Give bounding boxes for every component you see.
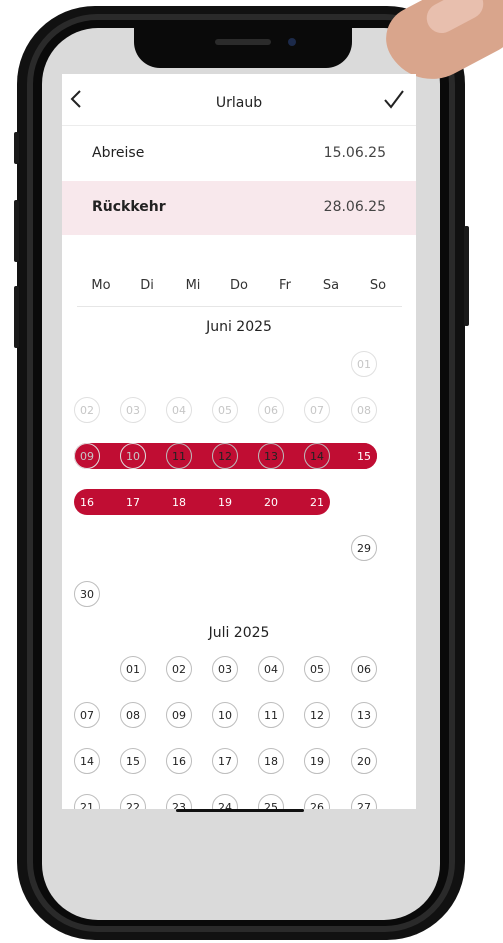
month-title-juli: Juli 2025 [208,625,270,641]
calendar-day[interactable]: 10 [120,443,146,469]
return-date: 28.06.25 [323,199,386,215]
calendar-day[interactable]: 24 [212,794,238,809]
calendar-day[interactable]: 14 [74,748,100,774]
calendar-day[interactable]: 03 [120,397,146,423]
calendar-day[interactable]: 05 [212,397,238,423]
calendar-day[interactable]: 26 [304,794,330,809]
calendar-day[interactable]: 12 [304,702,330,728]
speaker-grille [215,39,271,45]
calendar-day[interactable]: 13 [258,443,284,469]
calendar-day[interactable]: 01 [351,351,377,377]
page-title: Urlaub [215,95,263,111]
calendar-day[interactable]: 23 [166,794,192,809]
calendar-day[interactable]: 17 [120,489,146,515]
return-row[interactable]: Rückkehr 28.06.25 [62,181,416,235]
calendar-day[interactable]: 01 [120,656,146,682]
calendar-day[interactable]: 27 [258,535,284,561]
calendar-day[interactable]: 25 [166,535,192,561]
calendar-day[interactable]: 29 [351,535,377,561]
calendar-day[interactable]: 28 [304,535,330,561]
calendar-day[interactable]: 11 [166,443,192,469]
calendar-day[interactable]: 23 [74,535,100,561]
calendar-day[interactable]: 09 [166,702,192,728]
calendar-day[interactable]: 08 [351,397,377,423]
selected-range-bar [74,489,330,515]
calendar-day[interactable]: 15 [351,443,377,469]
calendar-day[interactable]: 19 [212,489,238,515]
weekday-fr: Fr [279,278,291,293]
calendar-day[interactable]: 02 [74,397,100,423]
calendar-day[interactable]: 24 [120,535,146,561]
confirm-button[interactable] [382,88,406,110]
calendar-day[interactable]: 06 [258,397,284,423]
departure-label: Abreise [92,145,145,161]
calendar-day[interactable]: 22 [351,489,377,515]
calendar-day[interactable]: 14 [304,443,330,469]
calendar-day[interactable]: 15 [120,748,146,774]
calendar-day[interactable]: 12 [212,443,238,469]
calendar-day[interactable]: 17 [212,748,238,774]
departure-row[interactable]: Abreise 15.06.25 [62,127,416,181]
calendar-day[interactable]: 13 [351,702,377,728]
calendar-day[interactable]: 11 [258,702,284,728]
weekday-sa: Sa [322,278,340,293]
calendar-day[interactable]: 05 [304,656,330,682]
calendar-day[interactable]: 18 [166,489,192,515]
weekday-header: Mo Di Mi Do Fr Sa So [77,274,402,307]
power-button [464,226,469,326]
volume-down-button [14,286,19,348]
calendar-day[interactable]: 16 [166,748,192,774]
volume-up-button [14,200,19,262]
front-camera [288,38,296,46]
return-label: Rückkehr [92,199,166,215]
calendar-day[interactable]: 25 [258,794,284,809]
calendar-day[interactable]: 07 [74,702,100,728]
weekday-di: Di [140,278,154,293]
calendar-day[interactable]: 27 [351,794,377,809]
calendar-day[interactable]: 06 [351,656,377,682]
weekday-mo: Mo [91,278,111,293]
calendar-day[interactable]: 04 [258,656,284,682]
calendar-day[interactable]: 09 [74,443,100,469]
mute-switch [14,132,19,164]
calendar-day[interactable]: 20 [351,748,377,774]
weekday-mi: Mi [185,278,201,293]
calendar-day[interactable]: 21 [304,489,330,515]
departure-date: 15.06.25 [323,145,386,161]
calendar-day[interactable]: 21 [74,794,100,809]
calendar-day[interactable]: 30 [74,581,100,607]
calendar-day[interactable]: 07 [304,397,330,423]
calendar-day[interactable]: 22 [120,794,146,809]
checkmark-icon [384,90,404,109]
calendar-day[interactable]: 02 [166,656,192,682]
month-title-juni: Juni 2025 [206,319,272,335]
calendar-day[interactable]: 26 [212,535,238,561]
app-screen: Urlaub Abreise 15.06.25 Rückkehr 28.06.2… [62,74,416,809]
weekday-so: So [369,278,387,293]
nav-bar: Urlaub [62,74,416,126]
weekday-do: Do [230,278,248,293]
calendar-day[interactable]: 18 [258,748,284,774]
calendar-day[interactable]: 20 [258,489,284,515]
calendar-day[interactable]: 03 [212,656,238,682]
calendar-day[interactable]: 08 [120,702,146,728]
home-indicator [176,809,304,812]
calendar-day[interactable]: 19 [304,748,330,774]
calendar-day[interactable]: 16 [74,489,100,515]
calendar-day[interactable]: 10 [212,702,238,728]
calendar-day[interactable]: 04 [166,397,192,423]
